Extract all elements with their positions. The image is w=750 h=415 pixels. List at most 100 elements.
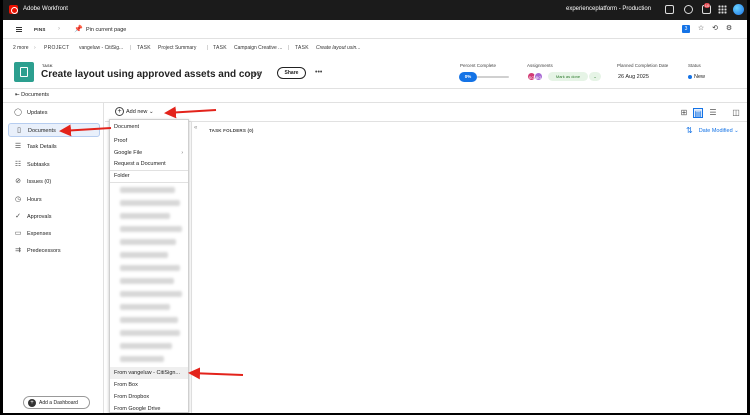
chevron-right-icon: › [34, 45, 36, 51]
breadcrumb-divider: | [288, 45, 290, 51]
breadcrumb-tag: TASK [137, 45, 151, 51]
collapse-icon[interactable]: « [194, 125, 197, 131]
sidebar-item-issues[interactable]: ⊘ Issues (0) [8, 175, 100, 189]
menu-item-document[interactable]: Document [114, 124, 139, 130]
menu-item-from-google-drive[interactable]: From Google Drive [114, 406, 160, 412]
status-value[interactable]: New [694, 74, 705, 80]
sidebar-item-label: Updates [27, 110, 48, 116]
divider [3, 102, 747, 103]
mark-as-done-button[interactable]: Mark as done [548, 72, 588, 81]
pin-icon[interactable]: 📌 [74, 25, 83, 33]
section-breadcrumb-label: Documents [21, 92, 49, 98]
redacted-item[interactable] [120, 317, 178, 323]
add-new-button[interactable]: + Add new ⌄ [115, 107, 154, 116]
sidebar-item-expenses[interactable]: ▭ Expenses [8, 227, 100, 241]
sidebar-item-updates[interactable]: ◯ Updates [8, 106, 100, 120]
breadcrumb-more[interactable]: 2 more [13, 45, 29, 51]
menu-item-request-document[interactable]: Request a Document [114, 161, 166, 167]
sidebar-item-task-details[interactable]: ☰ Task Details [8, 140, 100, 154]
menu-item-folder[interactable]: Folder [114, 173, 130, 179]
redacted-item[interactable] [120, 200, 180, 206]
sidebar-item-predecessors[interactable]: ⇉ Predecessors [8, 244, 100, 258]
redacted-item[interactable] [120, 213, 170, 219]
sidebar-item-hours[interactable]: ◷ Hours [8, 193, 100, 207]
convert-icon[interactable]: ⇢⊘ [250, 70, 262, 78]
sidebar-item-label: Approvals [27, 214, 52, 220]
plus-icon: + [28, 399, 36, 407]
redacted-item[interactable] [120, 252, 168, 258]
percent-complete-value[interactable]: 0% [459, 72, 477, 82]
sort-control[interactable]: ⇅ Date Modified ⌄ [686, 126, 739, 135]
sidebar-item-documents[interactable]: ▯ Documents [8, 123, 100, 137]
help-icon[interactable] [684, 5, 693, 14]
breadcrumb-tag: TASK [213, 45, 227, 51]
panel-toggle-icon[interactable]: ◫ [731, 108, 741, 118]
breadcrumb-tag: PROJECT [44, 45, 70, 51]
feedback-icon[interactable] [665, 5, 674, 14]
section-breadcrumb[interactable]: ⇤ Documents [15, 92, 49, 98]
star-icon[interactable]: ☆ [697, 25, 705, 33]
pin-current-page-link[interactable]: Pin current page [86, 27, 126, 33]
share-button[interactable]: Share [277, 67, 306, 79]
breadcrumb-task[interactable]: Campaign Creative ... [234, 45, 282, 51]
menu-icon[interactable] [16, 27, 22, 32]
chat-bubble-icon: ◯ [14, 109, 22, 116]
page-title[interactable]: Create layout using approved assets and … [41, 69, 262, 80]
menu-item-from-dropbox[interactable]: From Dropbox [114, 394, 149, 400]
sidebar-item-label: Hours [27, 197, 42, 203]
user-avatar[interactable] [733, 4, 744, 15]
breadcrumb-task[interactable]: Project Summary [158, 45, 196, 51]
settings-icon[interactable]: ⚙ [725, 25, 733, 33]
sort-icon: ⇅ [686, 126, 693, 135]
plus-icon: + [115, 107, 124, 116]
pins-bar: PINS › 📌 Pin current page 3 ☆ ⟲ ⚙ [3, 20, 747, 39]
menu-item-from-integration[interactable]: From vangeluw - CitiSign... [114, 370, 180, 376]
assignee-avatar[interactable]: BG [534, 72, 543, 81]
notification-count-badge: 10 [704, 3, 710, 8]
add-dashboard-button[interactable]: + Add a Dashboard [23, 396, 90, 409]
redacted-item[interactable] [120, 291, 182, 297]
redacted-item[interactable] [120, 330, 180, 336]
history-icon[interactable]: ⟲ [711, 25, 719, 33]
sidebar-item-label: Expenses [27, 231, 52, 237]
chevron-down-icon: ⌄ [148, 108, 154, 115]
sidebar-item-label: Task Details [27, 144, 57, 150]
environment-switcher[interactable]: experienceplatform - Production [566, 6, 651, 12]
left-nav: ◯ Updates ▯ Documents ☰ Task Details ☷ Subta… [3, 103, 104, 413]
menu-item-from-box[interactable]: From Box [114, 382, 138, 388]
pinned-count-badge[interactable]: 3 [682, 25, 690, 33]
redacted-item[interactable] [120, 343, 172, 349]
task-icon [14, 62, 34, 82]
menu-item-proof[interactable]: Proof [114, 138, 127, 144]
breadcrumb-project[interactable]: vangeluw - CitiSig... [79, 45, 123, 51]
redacted-item[interactable] [120, 226, 182, 232]
adobe-logo-icon [9, 5, 18, 14]
assignments-label: Assignments [527, 63, 553, 68]
redacted-item[interactable] [120, 356, 164, 362]
redacted-item[interactable] [120, 265, 180, 271]
list-view-icon[interactable]: ▤ [693, 108, 703, 118]
percent-complete-bar[interactable] [477, 76, 509, 78]
menu-divider [110, 182, 188, 183]
menu-item-google-file[interactable]: Google File [114, 150, 142, 156]
chevron-down-icon: ⌄ [734, 127, 739, 134]
redacted-item[interactable] [120, 239, 176, 245]
compact-list-icon[interactable]: ☰ [708, 108, 718, 118]
global-header: Adobe Workfront experienceplatform - Pro… [3, 0, 747, 20]
clock-icon: ◷ [14, 196, 22, 203]
chevron-down-icon[interactable]: ⌄ [589, 72, 601, 81]
chevron-right-icon: › [181, 150, 183, 156]
redacted-item[interactable] [120, 278, 174, 284]
more-icon[interactable]: ••• [315, 69, 322, 76]
sidebar-item-subtasks[interactable]: ☷ Subtasks [8, 158, 100, 172]
apps-grid-icon[interactable] [718, 5, 727, 14]
pins-label[interactable]: PINS [34, 27, 46, 32]
add-new-menu: Document Proof Google File › Request a D… [109, 119, 189, 413]
redacted-item[interactable] [120, 187, 175, 193]
grid-view-icon[interactable]: ⊞ [679, 108, 689, 118]
redacted-item[interactable] [120, 304, 170, 310]
sidebar-item-approvals[interactable]: ✓ Approvals [8, 210, 100, 224]
sort-label: Date Modified [698, 127, 733, 134]
planned-completion-value[interactable]: 26 Aug 2025 [618, 74, 649, 80]
task-folders-label: TASK FOLDERS (0) [209, 128, 254, 133]
